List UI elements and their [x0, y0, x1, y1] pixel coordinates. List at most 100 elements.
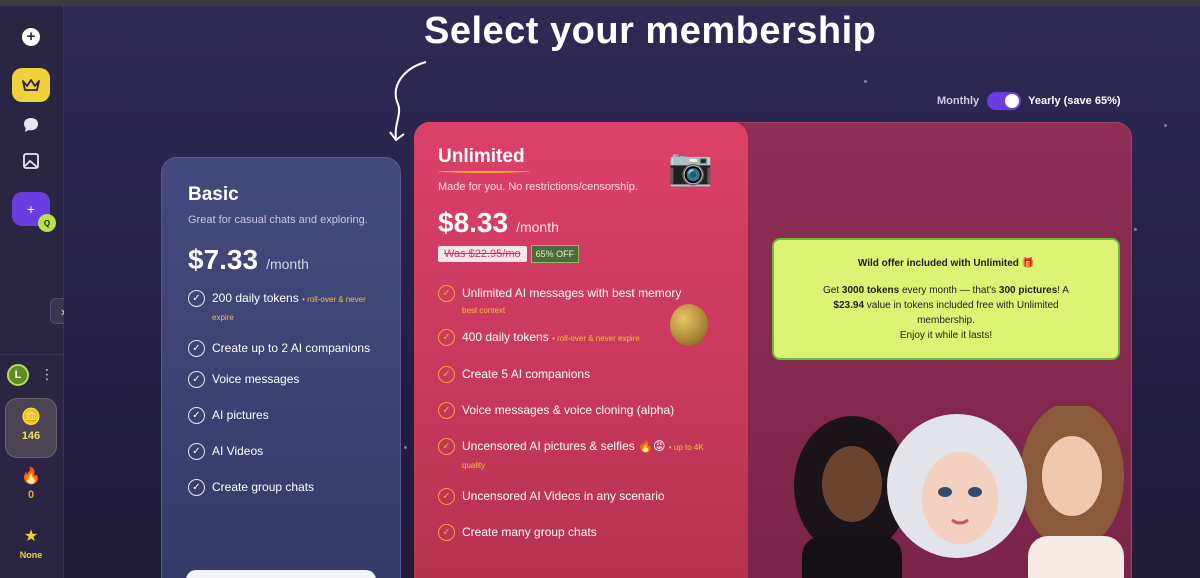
sparkle-decoration: [1134, 228, 1137, 231]
plus-icon: +: [22, 28, 40, 46]
feature-note: • roll-over & never expire: [552, 334, 640, 343]
coin-icon: [670, 304, 708, 346]
offer-title: Wild offer included with Unlimited 🎁: [788, 256, 1104, 271]
check-icon: ✓: [438, 285, 455, 302]
list-item: ✓ AI pictures: [188, 407, 374, 424]
fire-icon: 🔥: [21, 468, 41, 485]
check-icon: ✓: [438, 488, 455, 505]
tier-status[interactable]: ★ None: [5, 526, 57, 572]
plan-name: Basic: [188, 184, 239, 205]
star-icon: ★: [23, 528, 39, 545]
sparkle-decoration: [1164, 124, 1167, 127]
check-icon: ✓: [438, 366, 455, 383]
unlimited-plan-card[interactable]: Unlimited Made for you. No restrictions/…: [414, 122, 748, 578]
offer-text: 3000 tokens: [841, 285, 900, 296]
check-icon: ✓: [188, 340, 205, 357]
premium-button[interactable]: [12, 68, 50, 102]
feature-text: Unlimited AI messages with best memory: [462, 286, 682, 300]
yearly-label[interactable]: Yearly (save 65%): [1028, 95, 1120, 107]
check-icon: ✓: [438, 524, 455, 541]
basic-plan-card[interactable]: Basic Great for casual chats and explori…: [161, 157, 401, 578]
token-balance[interactable]: 🪙 146: [5, 398, 57, 458]
list-item: ✓ AI Videos: [188, 443, 374, 460]
offer-text: every month — that's: [899, 285, 999, 296]
list-item: ✓ Create 5 AI companions: [438, 366, 724, 383]
billing-period-toggle: Monthly Yearly (save 65%): [937, 92, 1121, 110]
check-icon: ✓: [188, 479, 205, 496]
gift-icon: 🎁: [1021, 258, 1035, 269]
monthly-label[interactable]: Monthly: [937, 95, 979, 107]
price-row: $7.33 /month: [188, 244, 374, 276]
plan-price: $8.33: [438, 207, 509, 238]
discount-row: Was $22.95/mo 65% OFF: [438, 245, 724, 263]
chat-bubble-icon: [24, 118, 38, 132]
feature-text: Create up to 2 AI companions: [212, 341, 371, 355]
feature-text: Uncensored AI Videos in any scenario: [462, 489, 665, 503]
offer-text: Get: [823, 285, 842, 296]
feature-text: AI Videos: [212, 444, 264, 458]
create-companion-button[interactable]: + Q: [12, 192, 56, 232]
feature-text: Voice messages & voice cloning (alpha): [462, 403, 675, 417]
price-period: /month: [266, 256, 309, 272]
list-item: ✓ Create many group chats: [438, 524, 724, 541]
companions-illustration: [794, 406, 1124, 578]
list-item: ✓ Voice messages & voice cloning (alpha): [438, 402, 724, 419]
list-item: ✓ Create group chats: [188, 479, 374, 496]
offer-text: value in tokens included free with Unlim…: [864, 300, 1059, 311]
feature-note: best context: [462, 306, 506, 315]
check-icon: ✓: [438, 329, 455, 346]
offer-line-2: $23.94 value in tokens included free wit…: [788, 298, 1104, 313]
streak-counter[interactable]: 🔥 0: [5, 466, 57, 510]
check-icon: ✓: [188, 290, 205, 307]
select-basic-button[interactable]: [186, 570, 376, 578]
sparkle-decoration: [404, 446, 407, 449]
gallery-button[interactable]: [12, 144, 50, 178]
check-icon: ✓: [188, 443, 205, 460]
offer-title-text: Wild offer included with Unlimited: [857, 258, 1019, 269]
billing-toggle-switch[interactable]: [987, 92, 1022, 110]
offer-text: 300 pictures: [998, 285, 1058, 296]
list-item: ✓ Voice messages: [188, 371, 374, 388]
membership-page: Select your membership Monthly Yearly (s…: [64, 6, 1200, 578]
feature-text: Uncensored AI pictures & selfies 🔥😡: [462, 439, 666, 453]
avatar[interactable]: L: [7, 364, 29, 386]
offer-text: ! A: [1057, 285, 1069, 296]
streak-count: 0: [27, 489, 35, 501]
plan-price: $7.33: [188, 244, 259, 275]
image-icon: [23, 153, 39, 169]
companion-badge-icon: Q: [38, 214, 56, 232]
crown-icon: [22, 79, 40, 91]
toggle-knob: [1005, 94, 1020, 108]
sidebar-divider: [0, 354, 64, 355]
tier-label: None: [19, 550, 43, 560]
underline-decoration: [438, 169, 530, 173]
feature-list: ✓ 200 daily tokens • roll-over & never e…: [188, 290, 374, 496]
list-item: ✓ Create up to 2 AI companions: [188, 340, 374, 357]
list-item: ✓ 200 daily tokens • roll-over & never e…: [188, 290, 374, 326]
feature-text: Create 5 AI companions: [462, 367, 591, 381]
feature-text: Voice messages: [212, 372, 300, 386]
token-count: 146: [21, 430, 41, 442]
feature-text: Create group chats: [212, 480, 315, 494]
camera-icon: 📷: [668, 146, 713, 187]
list-item: ✓ Uncensored AI pictures & selfies 🔥😡 • …: [438, 438, 724, 474]
original-price: Was $22.95/mo: [438, 246, 527, 262]
list-item: ✓ Uncensored AI Videos in any scenario: [438, 488, 724, 505]
chats-button[interactable]: [12, 108, 50, 142]
feature-text: Create many group chats: [462, 525, 597, 539]
page-title: Select your membership: [424, 10, 877, 52]
new-chat-button[interactable]: +: [12, 20, 50, 54]
check-icon: ✓: [188, 407, 205, 424]
sidebar: + + Q L ⋮ 🪙 146 🔥 0 ★ None ›: [0, 6, 76, 578]
check-icon: ✓: [188, 371, 205, 388]
offer-text: $23.94: [833, 300, 865, 311]
plus-icon: +: [26, 201, 36, 217]
offer-line-3: membership.: [917, 315, 975, 326]
plan-description: Great for casual chats and exploring.: [188, 214, 368, 226]
sparkle-decoration: [864, 80, 867, 83]
feature-text: 400 daily tokens: [462, 330, 549, 344]
more-menu-icon[interactable]: ⋮: [40, 366, 54, 383]
token-icon: 🪙: [21, 409, 41, 426]
feature-text: AI pictures: [212, 408, 269, 422]
wild-offer-box: Wild offer included with Unlimited 🎁 Get…: [772, 238, 1120, 360]
